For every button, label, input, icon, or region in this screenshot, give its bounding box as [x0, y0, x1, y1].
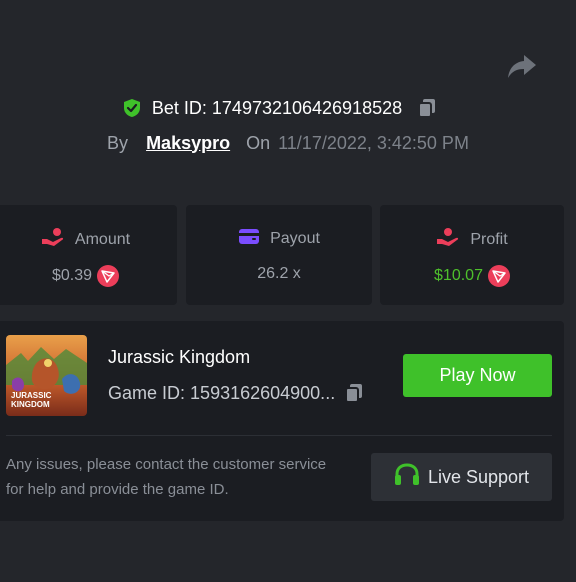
by-label: By — [107, 132, 129, 153]
bet-id-text: Bet ID: 1749732106426918528 — [152, 98, 402, 119]
bet-id-value: 1749732106426918528 — [211, 97, 403, 118]
share-icon[interactable] — [506, 52, 538, 82]
payout-card: Payout 26.2 x — [186, 205, 372, 305]
headset-icon — [394, 462, 420, 492]
bet-author-row: By Maksypro On 11/17/2022, 3:42:50 PM — [0, 130, 576, 156]
profit-value: $10.07 — [434, 267, 483, 284]
payout-value: 26.2 x — [257, 265, 301, 282]
bet-details-page: Bet ID: 1749732106426918528 By Maksypro … — [0, 0, 576, 582]
amount-label: Amount — [74, 230, 131, 248]
game-thumbnail[interactable]: JURASSIC KINGDOM — [6, 335, 87, 416]
bet-id-row: Bet ID: 1749732106426918528 — [0, 95, 576, 121]
divider — [6, 435, 552, 436]
svg-text:JURASSIC: JURASSIC — [11, 391, 52, 400]
svg-text:KINGDOM: KINGDOM — [11, 400, 50, 409]
copy-bet-id-icon[interactable] — [416, 97, 438, 119]
game-id-row: Game ID: 1593162604900... — [108, 382, 365, 404]
bet-datetime: 11/17/2022, 3:42:50 PM — [278, 132, 469, 153]
game-panel: JURASSIC KINGDOM Jurassic Kingdom Game I… — [0, 321, 564, 521]
game-title: Jurassic Kingdom — [108, 347, 251, 367]
tron-icon — [97, 265, 120, 287]
hand-coin-icon — [41, 227, 65, 252]
play-now-button[interactable]: Play Now — [403, 354, 552, 397]
on-label: On — [246, 132, 271, 153]
wallet-icon — [238, 227, 260, 250]
game-id-value: 1593162604900... — [190, 382, 336, 403]
game-id-label: Game ID: — [108, 382, 186, 403]
live-support-button[interactable]: Live Support — [371, 453, 552, 501]
support-message: Any issues, please contact the customer … — [6, 456, 327, 498]
payout-label: Payout — [270, 229, 320, 247]
copy-game-id-icon[interactable] — [343, 382, 365, 404]
hand-coin-icon — [436, 227, 460, 252]
username-link[interactable]: Maksypro — [146, 133, 230, 154]
amount-card: Amount $0.39 — [0, 205, 177, 305]
profit-label: Profit — [470, 230, 508, 248]
bet-id-prefix: Bet ID: — [151, 97, 207, 118]
live-support-label: Live Support — [427, 466, 530, 487]
amount-value: $0.39 — [51, 267, 93, 284]
tron-icon — [487, 265, 510, 287]
verified-shield-icon — [122, 98, 142, 118]
profit-card: Profit $10.07 — [380, 205, 564, 305]
